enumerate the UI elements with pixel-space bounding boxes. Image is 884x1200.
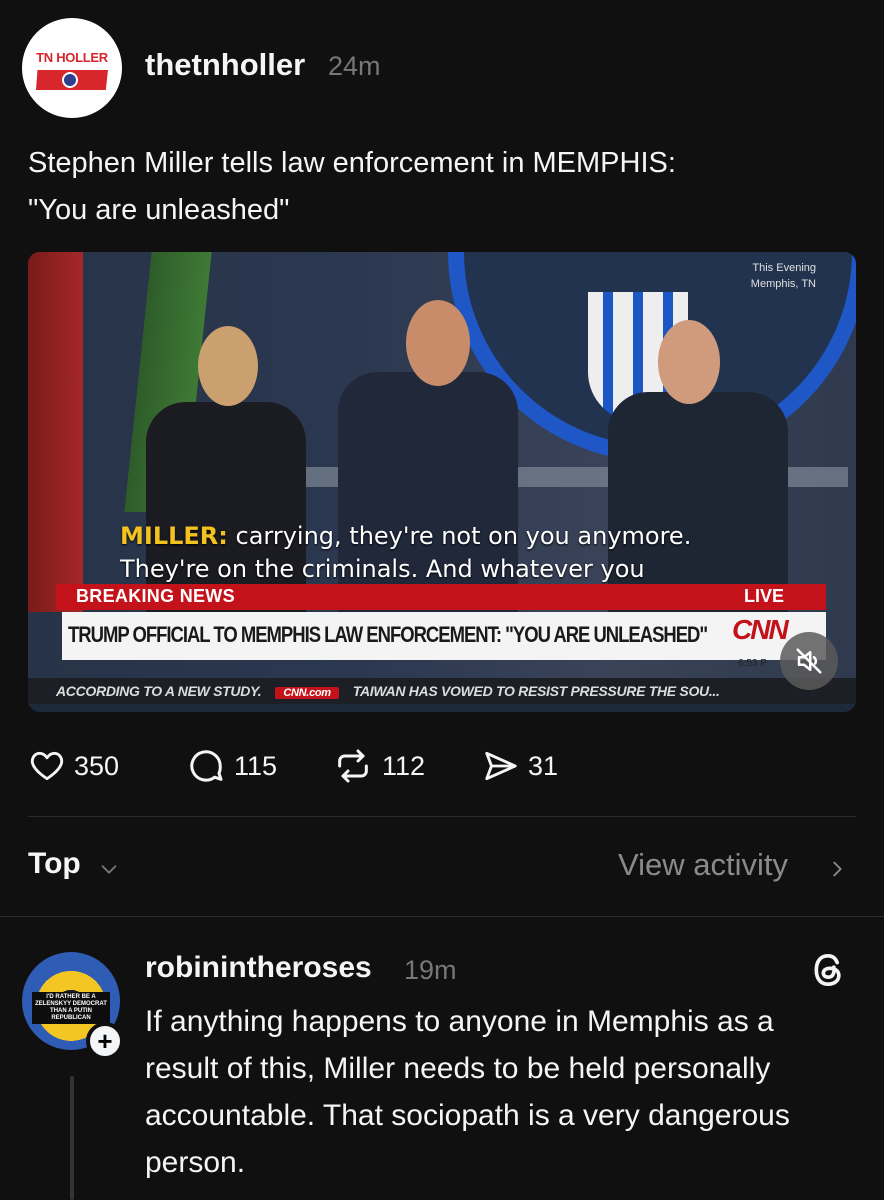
person-woman-head [198, 326, 258, 406]
reply-count: 115 [234, 750, 278, 781]
flag-tennessee [28, 252, 83, 612]
share-button[interactable]: 31 [482, 745, 558, 787]
repost-button[interactable]: 112 [332, 745, 425, 787]
section-divider [0, 916, 884, 917]
network-logo: CNN [732, 614, 789, 645]
post-timestamp: 24m [328, 51, 381, 81]
comment-icon [190, 750, 223, 782]
chevron-right-icon[interactable] [826, 856, 848, 882]
person-man-center [338, 372, 518, 652]
person-man-center-head [406, 300, 470, 386]
reply-username[interactable]: robinintheroses [145, 951, 372, 985]
plus-icon: + [97, 1025, 113, 1056]
follow-button[interactable]: + [86, 1022, 124, 1060]
chevron-down-icon[interactable] [98, 858, 120, 880]
sort-dropdown[interactable]: Top [28, 847, 81, 881]
thread-line [70, 1076, 74, 1200]
like-button[interactable]: 350 [28, 745, 119, 787]
breaking-news-label: BREAKING NEWS [76, 586, 235, 606]
mute-icon [796, 648, 822, 674]
tennessee-stars-icon [62, 72, 78, 88]
caption-speaker: MILLER: [120, 522, 228, 550]
news-ticker: ACCORDING TO A NEW STUDY. CNN.com TAIWAN H… [56, 683, 720, 699]
live-label: LIVE [744, 586, 785, 606]
ticker-left: ACCORDING TO A NEW STUDY. [56, 683, 262, 699]
video-watermark: This Evening Memphis, TN [751, 260, 816, 292]
author-username[interactable]: thetnholler [145, 47, 305, 83]
person-man-right-head [658, 320, 720, 404]
heart-icon [30, 751, 64, 781]
like-count: 350 [74, 750, 120, 781]
reply-text: If anything happens to anyone in Memphis… [145, 1005, 790, 1179]
video-caption: MILLER: carrying, they're not on you any… [120, 520, 740, 586]
avatar-logo-text: TN HOLLER [36, 50, 108, 65]
post-video[interactable]: This Evening Memphis, TN MILLER: carryin… [28, 252, 856, 712]
view-activity-link[interactable]: View activity [618, 847, 788, 883]
ticker-right: TAIWAN HAS VOWED TO RESIST PRESSURE THE … [352, 683, 720, 699]
share-count: 31 [528, 750, 559, 781]
watermark-line2: Memphis, TN [750, 278, 816, 290]
reply-timestamp: 19m [404, 955, 457, 985]
share-icon [485, 751, 517, 781]
author-avatar[interactable]: TN HOLLER [22, 18, 122, 118]
threads-icon[interactable] [808, 950, 848, 990]
reply-button[interactable]: 115 [186, 745, 277, 787]
repost-icon [338, 749, 368, 783]
divider [28, 816, 856, 817]
post-text: Stephen Miller tells law enforcement in … [28, 147, 676, 226]
broadcast-clock: 6:53 P [738, 658, 767, 669]
ticker-logo: CNN.com [275, 687, 339, 699]
repost-count: 112 [382, 750, 426, 781]
mute-button[interactable] [780, 632, 838, 690]
news-headline: TRUMP OFFICIAL TO MEMPHIS LAW ENFORCEMEN… [68, 622, 708, 647]
avatar-reply-text: I'D RATHER BE A ZELENSKYY DEMOCRAT THAN … [32, 992, 110, 1024]
watermark-line1: This Evening [752, 262, 816, 274]
